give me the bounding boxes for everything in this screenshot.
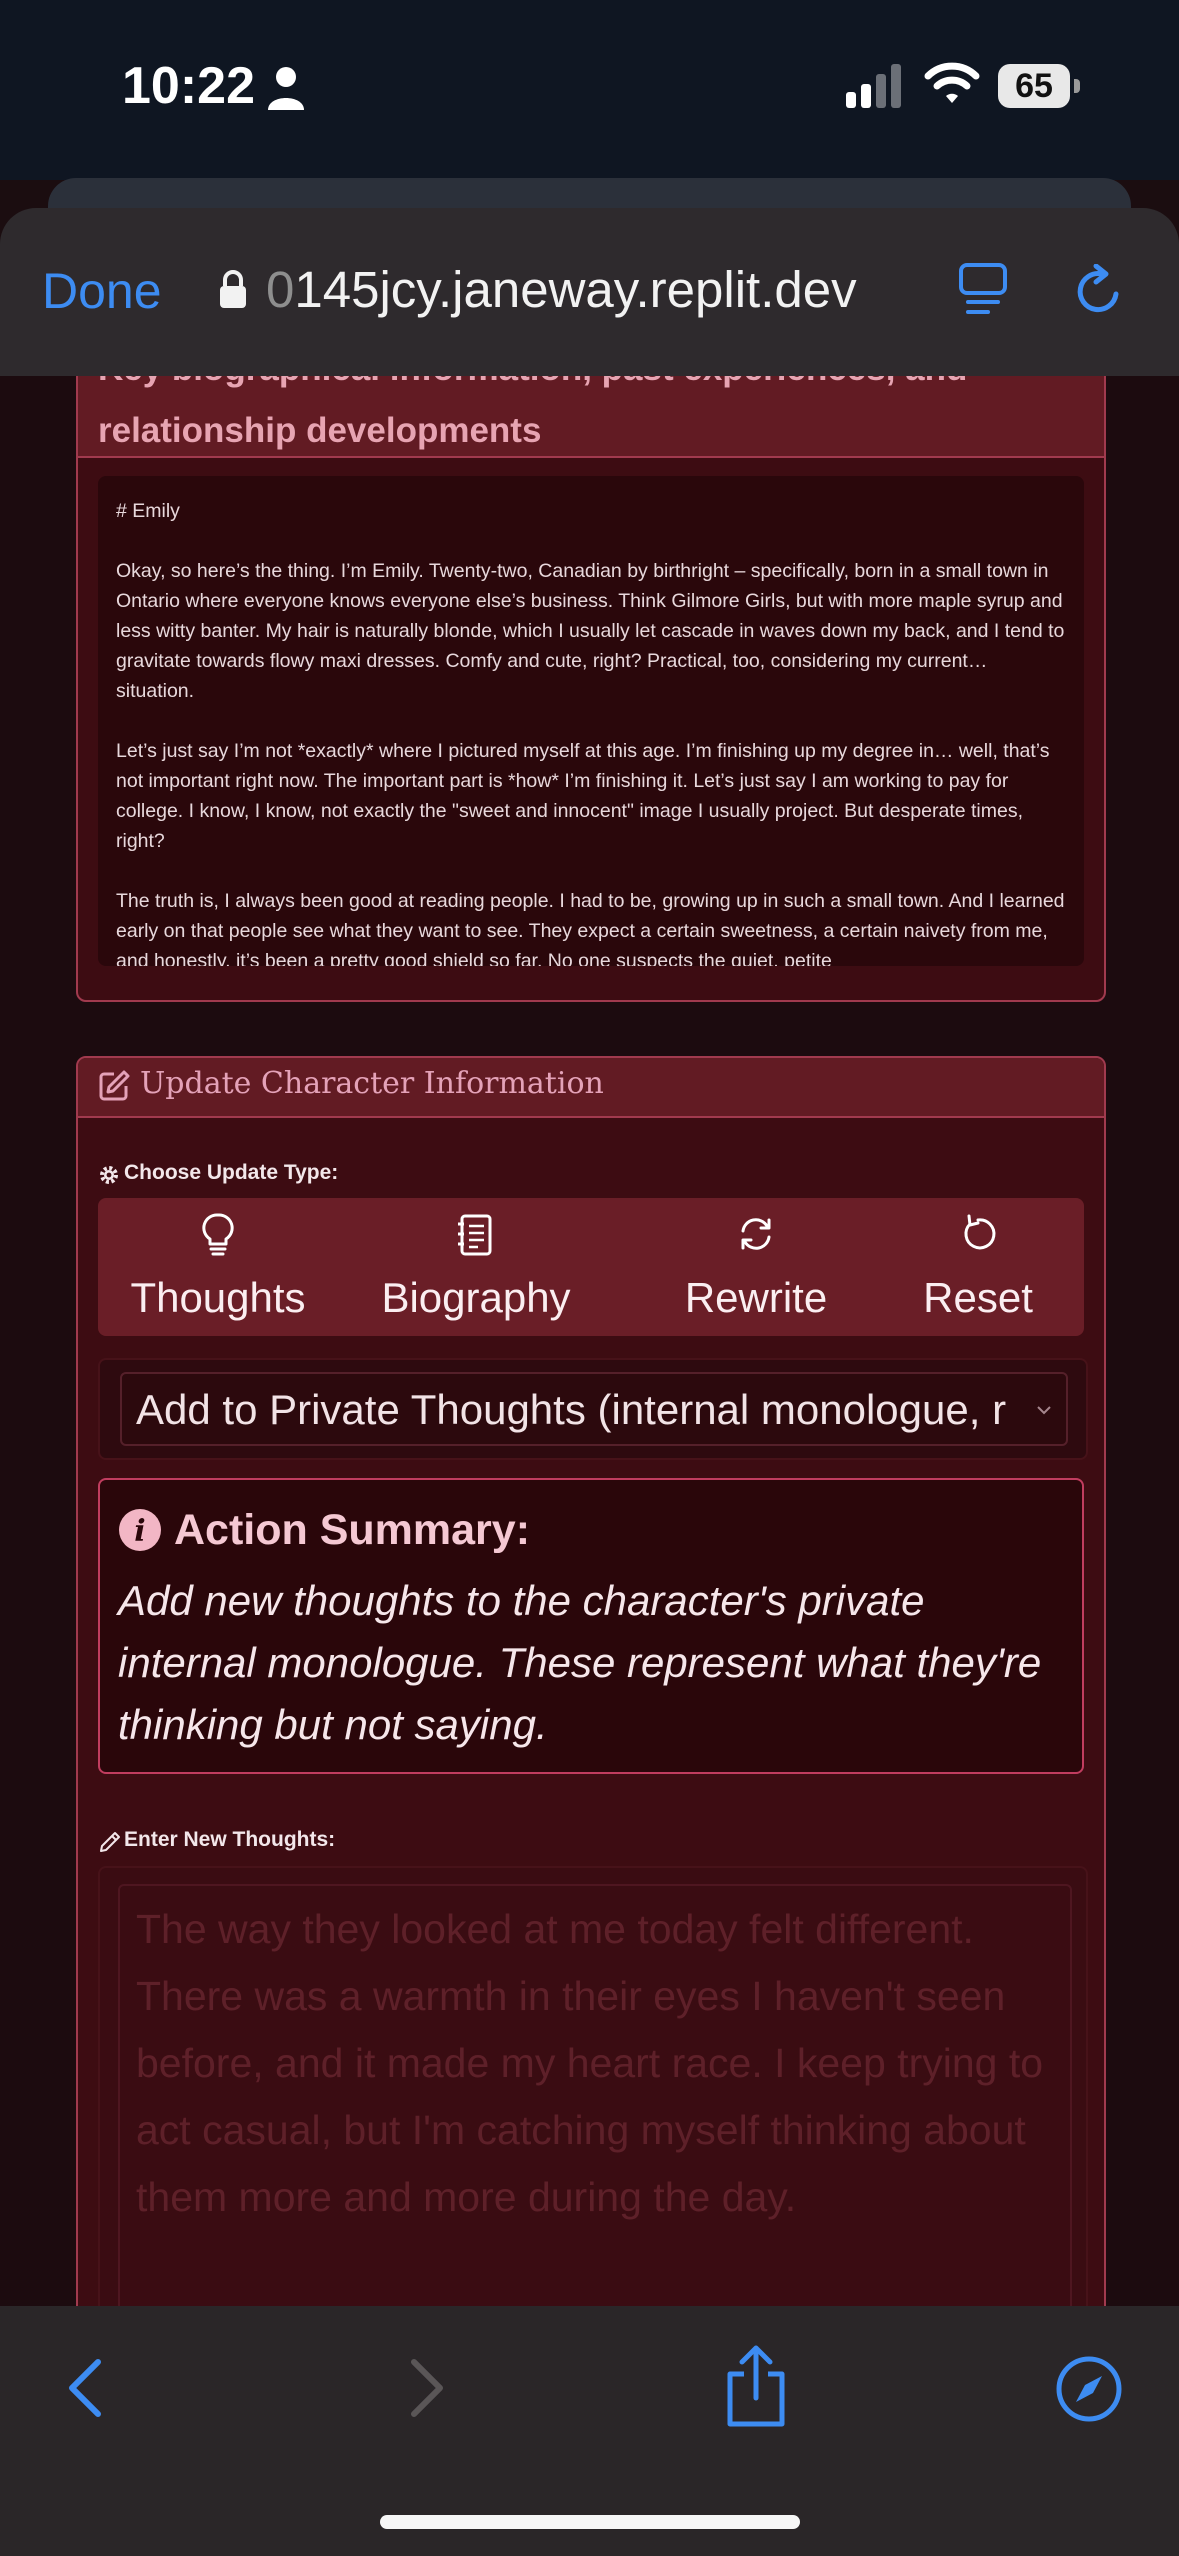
rewrite-button[interactable]: Rewrite [666, 1198, 846, 1336]
update-mode-select[interactable]: Add to Private Thoughts (internal monolo… [120, 1372, 1068, 1446]
status-time: 10:22 [122, 57, 255, 115]
url-faded-prefix: 0 [266, 261, 295, 318]
battery-tip [1074, 79, 1080, 93]
biography-button-label: Biography [381, 1274, 571, 1321]
biography-paragraph: Okay, so here’s the thing. I’m Emily. Tw… [116, 560, 1065, 702]
person-icon [268, 67, 304, 110]
battery-indicator: 65 [998, 64, 1080, 108]
chevron-down-icon [1037, 1406, 1051, 1415]
new-thoughts-textarea[interactable]: The way they looked at me today felt dif… [118, 1884, 1072, 2306]
pencil-icon [100, 1832, 120, 1852]
biography-button[interactable]: Biography [366, 1198, 586, 1336]
share-icon[interactable] [722, 2344, 790, 2428]
biography-text-box[interactable]: # Emily Okay, so here’s the thing. I’m E… [98, 476, 1084, 966]
reset-icon [964, 1214, 996, 1250]
thoughts-button-label: Thoughts [130, 1274, 306, 1321]
reader-mode-icon[interactable] [958, 262, 1008, 320]
update-character-card: Update Character Information Choose Upda… [76, 1056, 1106, 2306]
reset-button[interactable]: Reset [898, 1198, 1058, 1336]
reset-button-label: Reset [923, 1274, 1033, 1321]
biography-paragraph: The truth is, I always been good at read… [116, 890, 1065, 966]
new-thoughts-label: Enter New Thoughts: [124, 1828, 336, 1851]
edit-icon [99, 1070, 130, 1101]
biography-card-header: Key biographical information, past exper… [78, 376, 1104, 458]
cog-icon [100, 1166, 118, 1184]
forward-arrow-icon[interactable] [404, 2356, 448, 2420]
update-card-title: Update Character Information [140, 1066, 604, 1101]
cellular-signal-icon [846, 64, 901, 108]
done-button[interactable]: Done [42, 262, 162, 320]
new-thoughts-placeholder: The way they looked at me today felt dif… [136, 1906, 1044, 2220]
action-summary-text: Add new thoughts to the character's priv… [118, 1577, 1042, 1748]
update-mode-select-value: Add to Private Thoughts (internal monolo… [136, 1386, 1007, 1433]
update-type-bar: Thoughts Biography Rewrite Reset [98, 1198, 1084, 1336]
svg-text:i: i [134, 1514, 145, 1549]
info-icon: i [119, 1509, 161, 1551]
url-text: 145jcy.janeway.replit.dev [294, 261, 857, 318]
battery-level: 65 [998, 64, 1070, 108]
biography-card-title: Key biographical information, past exper… [98, 376, 967, 450]
new-thoughts-wrapper: The way they looked at me today felt dif… [98, 1866, 1088, 2306]
rewrite-button-label: Rewrite [684, 1274, 828, 1321]
lightbulb-icon [202, 1213, 234, 1256]
home-indicator[interactable] [380, 2515, 800, 2529]
notebook-icon [458, 1214, 492, 1256]
thoughts-button[interactable]: Thoughts [118, 1198, 318, 1336]
lock-icon [220, 270, 246, 308]
biography-card: Key biographical information, past exper… [76, 376, 1106, 1002]
biography-heading: # Emily [116, 500, 180, 522]
biography-paragraph: Let’s just say I’m not *exactly* where I… [116, 740, 1050, 852]
action-summary-box: i Action Summary: Add new thoughts to th… [98, 1478, 1084, 1774]
sync-icon [741, 1218, 771, 1250]
wifi-icon [924, 62, 980, 103]
address-bar[interactable]: 0145jcy.janeway.replit.dev [266, 260, 906, 319]
reload-icon[interactable] [1072, 264, 1128, 320]
action-summary-title: Action Summary: [174, 1506, 531, 1554]
compass-icon[interactable] [1056, 2356, 1122, 2422]
update-mode-select-wrapper: Add to Private Thoughts (internal monolo… [98, 1358, 1088, 1460]
update-type-label: Choose Update Type: [124, 1161, 339, 1184]
back-arrow-icon[interactable] [64, 2356, 108, 2420]
update-card-header: Update Character Information [78, 1058, 1104, 1118]
web-page: Key biographical information, past exper… [0, 376, 1179, 2306]
